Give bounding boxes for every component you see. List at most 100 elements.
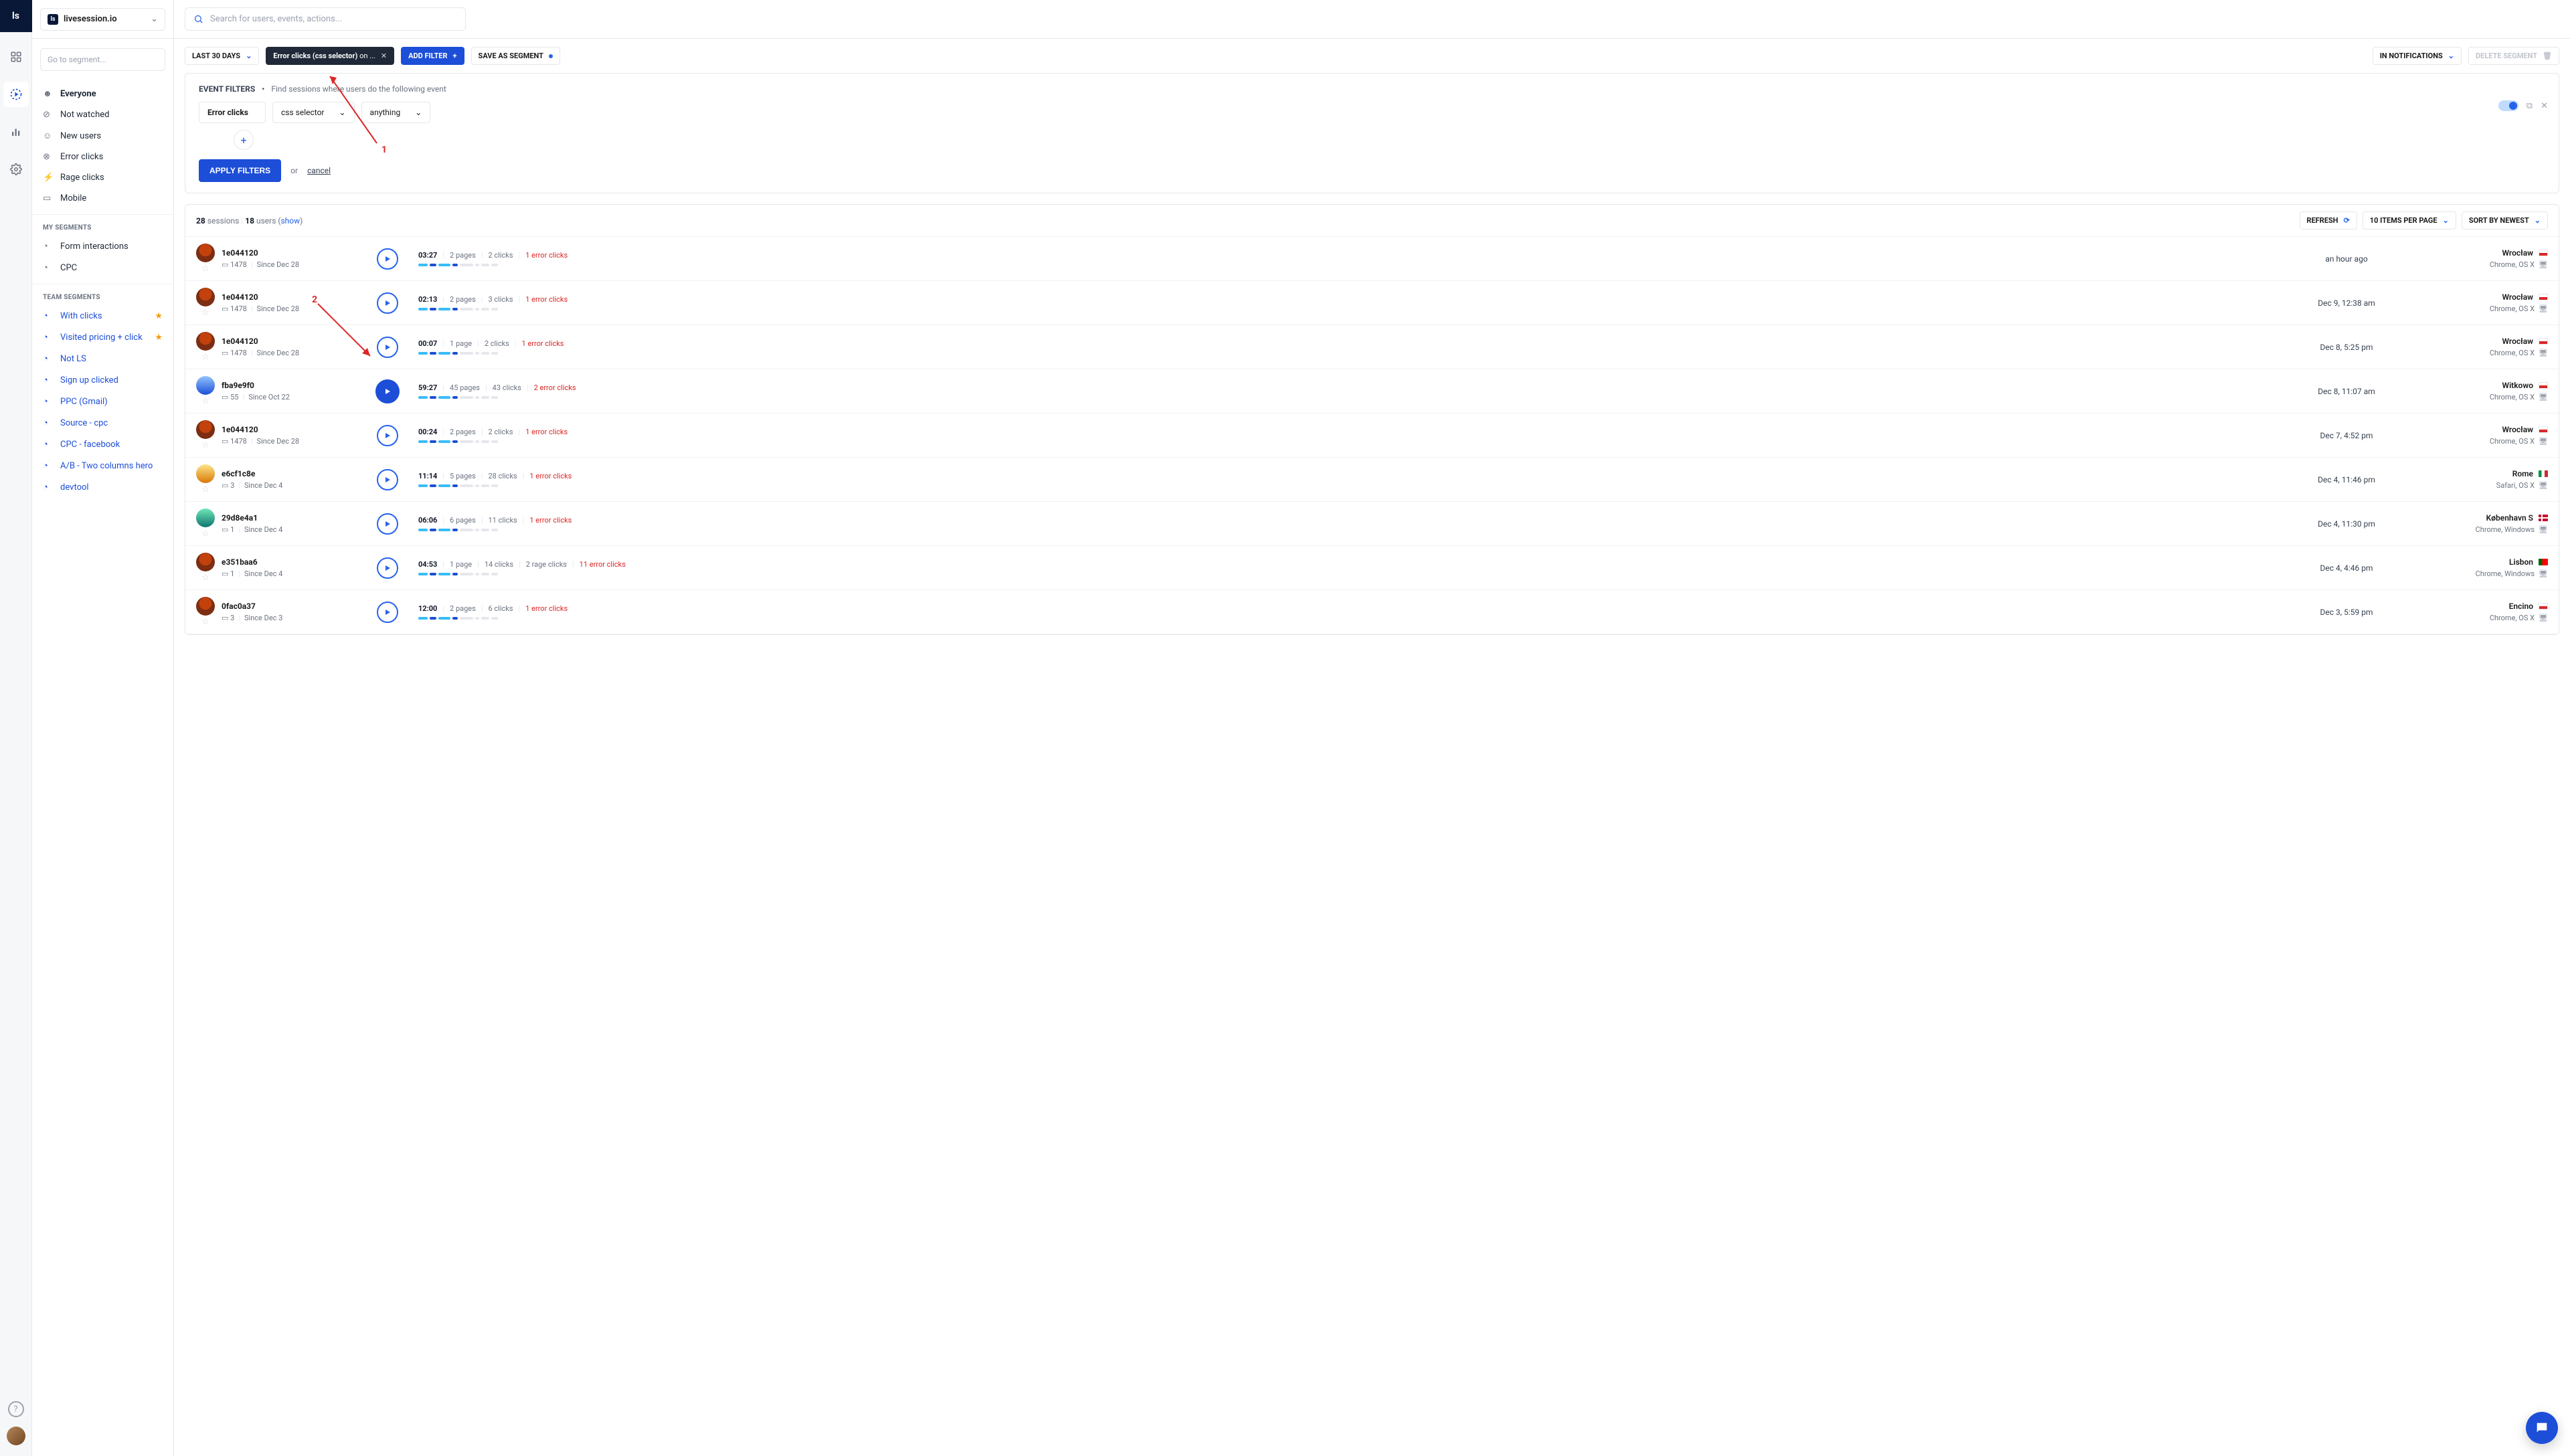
segment-icon: ◔ [43, 396, 54, 407]
session-time: Dec 4, 11:46 pm [2290, 475, 2403, 484]
user-id: 1e044120 [222, 292, 299, 302]
play-button[interactable] [377, 557, 398, 579]
or-label: or [290, 166, 298, 175]
session-row[interactable]: ☆1e044120▭ 1478|Since Dec 2802:13|2 page… [185, 281, 2559, 325]
segment-search-input[interactable]: Go to segment... [40, 48, 165, 71]
play-button[interactable] [377, 292, 398, 314]
refresh-button[interactable]: REFRESH⟳ [2300, 211, 2357, 230]
sidebar-item[interactable]: ◔Sign up clicked [32, 369, 173, 391]
nav-settings-icon[interactable] [3, 157, 29, 182]
monitor-icon: 🖥 [2539, 260, 2548, 269]
sidebar-item[interactable]: ◔PPC (Gmail) [32, 391, 173, 412]
star-outline-icon[interactable]: ☆ [201, 396, 209, 406]
nav-analytics-icon[interactable] [3, 119, 29, 145]
play-button[interactable] [377, 337, 398, 358]
active-filter-chip[interactable]: Error clicks (css selector) on ... ✕ [266, 47, 394, 65]
session-row[interactable]: ☆1e044120▭ 1478|Since Dec 2803:27|2 page… [185, 237, 2559, 281]
app-logo[interactable]: ls [0, 0, 32, 32]
add-condition-button[interactable]: + [234, 130, 254, 150]
filter-condition-select[interactable]: anything⌄ [361, 102, 431, 123]
flag-icon [2539, 250, 2548, 256]
monitor-icon: 🖥 [2539, 614, 2548, 622]
sidebar-item[interactable]: ☻Everyone [32, 83, 173, 104]
sidebar-item[interactable]: ⚡Rage clicks [32, 167, 173, 188]
sidebar-item[interactable]: ◔A/B - Two columns hero [32, 455, 173, 476]
user-avatar [196, 332, 215, 351]
sidebar-heading: TEAM SEGMENTS [32, 284, 173, 305]
segment-icon: ◔ [43, 460, 54, 471]
play-button[interactable] [377, 425, 398, 446]
nav-sessions-icon[interactable] [3, 82, 29, 107]
sidebar-item-label: Visited pricing + click [60, 333, 143, 343]
global-search-input[interactable]: Search for users, events, actions... [185, 7, 466, 31]
filter-toggle[interactable] [2498, 100, 2518, 111]
star-outline-icon[interactable]: ☆ [201, 484, 209, 494]
play-button[interactable] [377, 469, 398, 490]
play-button[interactable] [377, 602, 398, 623]
refresh-icon: ⟳ [2344, 216, 2350, 225]
sidebar-item[interactable]: ◔Not LS [32, 348, 173, 369]
filter-event-select[interactable]: Error clicks [199, 102, 266, 123]
session-row[interactable]: ☆fba9e9f0▭ 55|Since Oct 2259:27|45 pages… [185, 369, 2559, 414]
search-placeholder: Search for users, events, actions... [210, 14, 342, 24]
chevron-down-icon: ⌄ [151, 14, 158, 24]
sidebar-item[interactable]: ◔With clicks★ [32, 305, 173, 327]
dot-icon [549, 54, 553, 58]
play-button[interactable] [377, 513, 398, 535]
sidebar-item[interactable]: ◔Form interactions [32, 236, 173, 257]
add-filter-button[interactable]: ADD FILTER+ [401, 47, 464, 65]
help-icon[interactable]: ? [8, 1401, 24, 1417]
session-row[interactable]: ☆1e044120▭ 1478|Since Dec 2800:24|2 page… [185, 414, 2559, 458]
copy-icon[interactable]: ⧉ [2526, 101, 2533, 111]
star-outline-icon[interactable]: ☆ [201, 617, 209, 627]
session-row[interactable]: ☆1e044120▭ 1478|Since Dec 2800:07|1 page… [185, 325, 2559, 369]
segment-icon: ⊗ [43, 152, 54, 162]
sidebar-item[interactable]: ◔Visited pricing + click★ [32, 327, 173, 348]
star-outline-icon[interactable]: ☆ [201, 308, 209, 318]
close-icon[interactable]: ✕ [2541, 101, 2548, 111]
user-avatar[interactable] [7, 1427, 25, 1445]
sidebar-item[interactable]: ⊗Error clicks [32, 147, 173, 167]
session-time: Dec 4, 11:30 pm [2290, 519, 2403, 529]
site-selector[interactable]: ls livesession.io ⌄ [40, 8, 165, 31]
nav-dashboard-icon[interactable] [3, 44, 29, 70]
sidebar-item[interactable]: ⊘Not watched [32, 104, 173, 125]
activity-bars [418, 396, 2279, 399]
star-outline-icon[interactable]: ☆ [201, 529, 209, 539]
filter-attribute-select[interactable]: css selector⌄ [272, 102, 355, 123]
cancel-link[interactable]: cancel [307, 166, 331, 175]
session-time: Dec 9, 12:38 am [2290, 298, 2403, 308]
session-row[interactable]: ☆29d8e4a1▭ 1|Since Dec 406:06|6 pages|11… [185, 502, 2559, 546]
apply-filters-button[interactable]: APPLY FILTERS [199, 159, 281, 182]
session-row[interactable]: ☆e6cf1c8e▭ 3|Since Dec 411:14|5 pages|28… [185, 458, 2559, 502]
play-button[interactable] [375, 379, 400, 403]
segment-icon: ◔ [43, 310, 54, 321]
close-icon[interactable]: ✕ [381, 52, 387, 60]
star-outline-icon[interactable]: ☆ [201, 352, 209, 362]
segment-icon: ⚡ [43, 173, 54, 183]
sort-select[interactable]: SORT BY NEWEST⌄ [2462, 211, 2548, 230]
in-notifications-button[interactable]: IN NOTIFICATIONS⌄ [2373, 47, 2462, 65]
sidebar-item[interactable]: ◔Source - cpc [32, 412, 173, 434]
sidebar-item[interactable]: ◔CPC - facebook [32, 434, 173, 455]
user-id: 0fac0a37 [222, 602, 282, 611]
sidebar-item[interactable]: ▭Mobile [32, 188, 173, 209]
intercom-chat-button[interactable] [2526, 1412, 2558, 1444]
session-row[interactable]: ☆0fac0a37▭ 3|Since Dec 312:00|2 pages|6 … [185, 590, 2559, 634]
show-users-link[interactable]: show [280, 216, 300, 225]
flag-icon [2539, 294, 2548, 300]
monitor-icon: 🖥 [2539, 304, 2548, 313]
user-avatar [196, 509, 215, 527]
play-button[interactable] [377, 248, 398, 270]
star-outline-icon[interactable]: ☆ [201, 573, 209, 583]
items-per-page-select[interactable]: 10 ITEMS PER PAGE⌄ [2363, 211, 2456, 230]
session-row[interactable]: ☆e351baa6▭ 1|Since Dec 404:53|1 page|14 … [185, 546, 2559, 590]
sidebar-item[interactable]: ◔devtool [32, 476, 173, 498]
daterange-filter[interactable]: LAST 30 DAYS⌄ [185, 47, 259, 65]
sidebar-item[interactable]: ◔CPC [32, 257, 173, 278]
star-outline-icon[interactable]: ☆ [201, 440, 209, 450]
event-filters-label: EVENT FILTERS [199, 84, 255, 94]
save-segment-button[interactable]: SAVE AS SEGMENT [471, 47, 560, 65]
sidebar-item[interactable]: ☺New users [32, 125, 173, 147]
star-outline-icon[interactable]: ☆ [201, 264, 209, 274]
